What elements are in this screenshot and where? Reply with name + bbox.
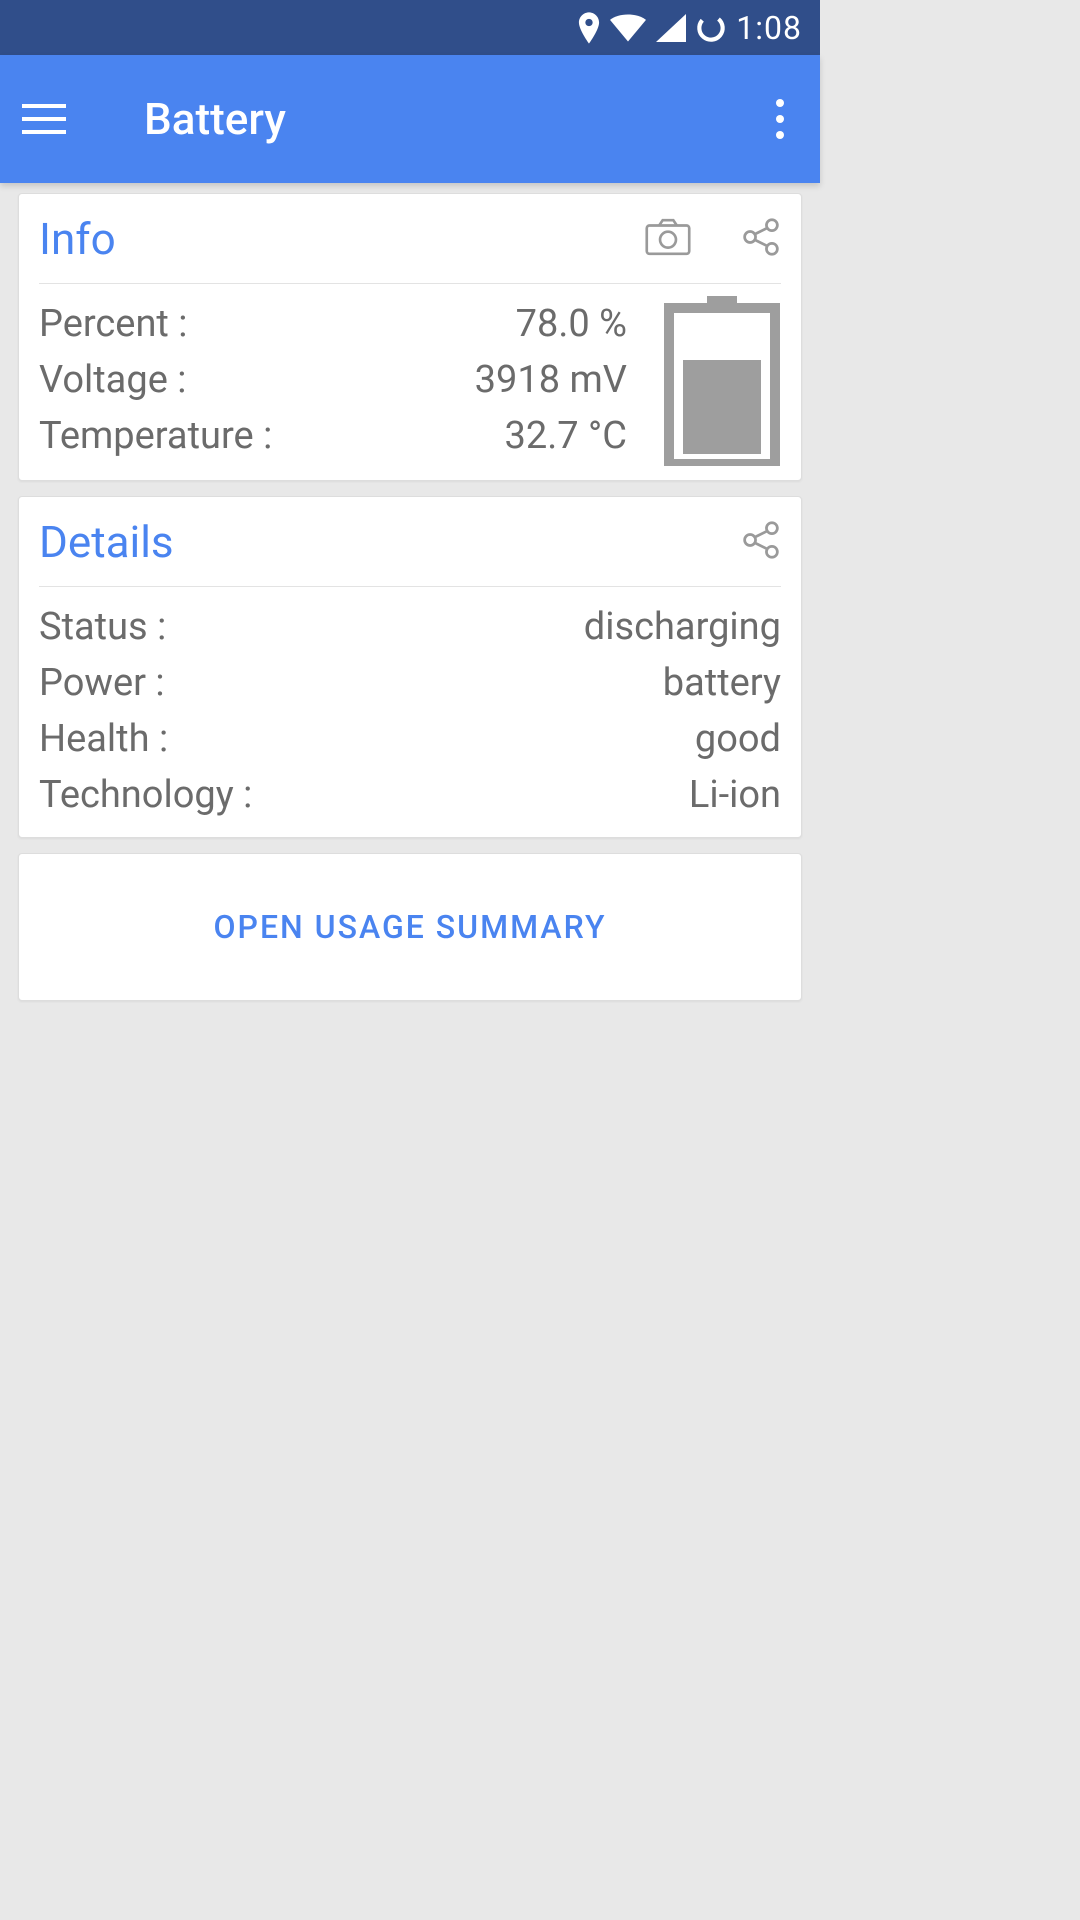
voltage-value: 3918 mV <box>475 352 663 408</box>
technology-value: Li-ion <box>689 767 781 823</box>
info-row-temperature: Temperature : 32.7 °C <box>39 408 663 464</box>
power-label: Power : <box>39 655 663 711</box>
loading-icon <box>696 13 726 43</box>
camera-icon[interactable] <box>645 217 691 261</box>
details-row-status: Status : discharging <box>39 599 781 655</box>
details-row-power: Power : battery <box>39 655 781 711</box>
health-value: good <box>695 711 781 767</box>
open-usage-summary-button[interactable]: OPEN USAGE SUMMARY <box>18 853 802 1001</box>
technology-label: Technology : <box>39 767 689 823</box>
open-usage-summary-label: OPEN USAGE SUMMARY <box>213 908 606 946</box>
info-card-title: Info <box>39 213 595 265</box>
app-bar: Battery <box>0 55 820 183</box>
wifi-icon <box>610 14 646 42</box>
menu-icon[interactable] <box>22 97 66 141</box>
battery-icon <box>663 296 781 466</box>
page-title: Battery <box>144 93 286 145</box>
info-card-header: Info <box>39 194 781 284</box>
details-card-title: Details <box>39 516 691 568</box>
temperature-value: 32.7 °C <box>505 408 663 464</box>
status-bar: 1:08 <box>0 0 820 55</box>
overflow-menu-icon[interactable] <box>762 99 798 139</box>
details-row-health: Health : good <box>39 711 781 767</box>
location-icon <box>578 12 600 44</box>
health-label: Health : <box>39 711 695 767</box>
share-icon[interactable] <box>741 217 781 261</box>
percent-value: 78.0 % <box>516 296 663 352</box>
info-row-voltage: Voltage : 3918 mV <box>39 352 663 408</box>
content: Info Percent : 78.0 % <box>0 183 820 1011</box>
temperature-label: Temperature : <box>39 408 505 464</box>
info-row-percent: Percent : 78.0 % <box>39 296 663 352</box>
info-card: Info Percent : 78.0 % <box>18 193 802 481</box>
details-row-technology: Technology : Li-ion <box>39 767 781 823</box>
status-time: 1:08 <box>736 9 802 47</box>
details-card-header: Details <box>39 497 781 587</box>
percent-label: Percent : <box>39 296 516 352</box>
share-icon[interactable] <box>741 520 781 564</box>
details-rows: Status : discharging Power : battery Hea… <box>39 587 781 823</box>
cellular-icon <box>656 14 686 42</box>
info-rows: Percent : 78.0 % Voltage : 3918 mV Tempe… <box>39 296 663 466</box>
power-value: battery <box>663 655 781 711</box>
status-value: discharging <box>584 599 781 655</box>
voltage-label: Voltage : <box>39 352 475 408</box>
status-label: Status : <box>39 599 584 655</box>
details-card: Details Status : discharging Power : bat… <box>18 496 802 838</box>
